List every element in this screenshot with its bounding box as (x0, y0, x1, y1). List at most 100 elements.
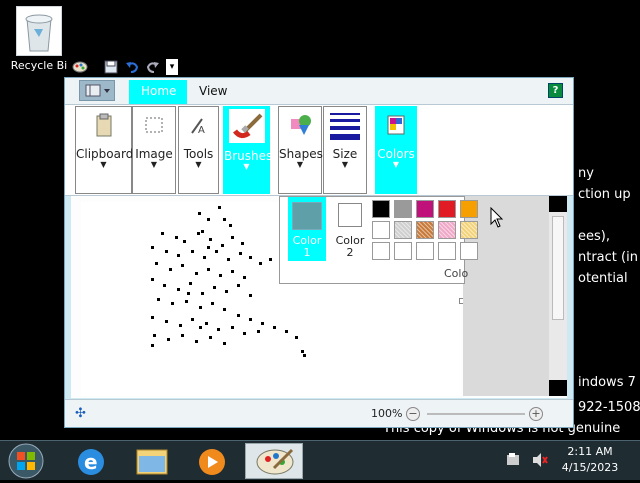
painted-dot (215, 250, 218, 253)
quick-access-toolbar: ▾ (70, 57, 192, 77)
status-bar: ✣ 100% − + (65, 399, 573, 427)
palette-swatch[interactable] (394, 221, 412, 239)
palette-swatch[interactable] (416, 221, 434, 239)
palette-swatch[interactable] (460, 242, 478, 260)
paint-menu-button[interactable] (79, 80, 115, 101)
chevron-down-icon: ▼ (100, 160, 107, 169)
painted-dot (221, 244, 224, 247)
palette-swatch[interactable] (372, 242, 390, 260)
bg-text-5: otential (578, 271, 628, 286)
taskbar-paint-button[interactable] (245, 443, 303, 479)
painted-dot (177, 254, 180, 257)
palette-swatch[interactable] (438, 200, 456, 218)
taskbar-ie-button[interactable]: e (62, 443, 120, 479)
painted-dot (259, 262, 262, 265)
painted-dot (243, 332, 246, 335)
shapes-group[interactable]: Shapes ▼ (278, 106, 323, 194)
svg-text:e: e (84, 450, 98, 474)
painted-dot (181, 264, 184, 267)
taskbar-clock[interactable]: 2:11 AM 4/15/2023 (550, 444, 630, 476)
svg-text:A: A (198, 125, 205, 136)
scrollbar-thumb[interactable] (552, 216, 564, 320)
painted-dot (198, 212, 201, 215)
image-label: Image (135, 147, 173, 161)
scroll-up-icon[interactable] (549, 196, 567, 212)
image-group[interactable]: Image ▼ (132, 106, 176, 194)
palette-swatch[interactable] (460, 200, 478, 218)
colors-group[interactable]: Colors ▼ (375, 106, 417, 194)
painted-dot (161, 232, 164, 235)
clipboard-group[interactable]: Clipboard ▼ (75, 106, 134, 194)
tab-home[interactable]: Home (129, 80, 187, 104)
painted-dot (151, 278, 154, 281)
mouse-cursor-icon (490, 206, 504, 232)
painted-dot (195, 272, 198, 275)
chevron-down-icon: ▼ (195, 160, 202, 169)
painted-dot (239, 252, 242, 255)
color1-button[interactable]: Color 1 (288, 197, 326, 261)
painted-dot (223, 342, 226, 345)
painted-dot (237, 314, 240, 317)
palette-swatch[interactable] (394, 242, 412, 260)
colors-dropdown: Color 1 Color 2 Colo (279, 196, 478, 284)
palette-swatch[interactable] (460, 221, 478, 239)
palette-swatch[interactable] (416, 200, 434, 218)
painted-dot (231, 326, 234, 329)
painted-dot (201, 292, 204, 295)
painted-dot (201, 230, 204, 233)
brushes-label: Brushes (224, 149, 273, 163)
paint-app-icon[interactable] (72, 59, 88, 75)
tab-view[interactable]: View (187, 80, 239, 104)
scroll-down-icon[interactable] (549, 380, 567, 396)
chevron-down-icon: ▼ (243, 162, 250, 171)
palette-swatch[interactable] (372, 200, 390, 218)
painted-dot (163, 284, 166, 287)
clock-time: 2:11 AM (567, 445, 613, 458)
painted-dot (231, 236, 234, 239)
zoom-out-icon[interactable]: − (406, 407, 420, 421)
undo-icon[interactable] (124, 59, 140, 75)
painted-dot (261, 322, 264, 325)
recycle-bin[interactable]: Recycle Bi (6, 6, 72, 72)
painted-dot (151, 316, 154, 319)
tools-icon: A (184, 111, 214, 141)
painted-dot (185, 300, 188, 303)
painted-dot (191, 318, 194, 321)
chevron-down-icon: ▼ (392, 160, 400, 169)
colors-group-label: Colo (444, 267, 469, 280)
painted-dot (165, 320, 168, 323)
palette-swatch[interactable] (372, 221, 390, 239)
vertical-scrollbar[interactable] (549, 196, 567, 396)
taskbar-media-player-button[interactable] (182, 443, 240, 479)
size-label: Size (332, 147, 358, 161)
save-icon[interactable] (103, 59, 119, 75)
volume-muted-icon[interactable] (532, 453, 548, 467)
redo-icon[interactable] (145, 59, 161, 75)
palette-swatch[interactable] (394, 200, 412, 218)
painted-dot (181, 334, 184, 337)
palette-swatch[interactable] (416, 242, 434, 260)
painted-dot (167, 338, 170, 341)
size-group[interactable]: Size ▼ (323, 106, 367, 194)
clipboard-label: Clipboard (76, 147, 134, 161)
zoom-in-icon[interactable]: + (529, 407, 543, 421)
painted-dot (153, 334, 156, 337)
painted-dot (199, 306, 202, 309)
brushes-group[interactable]: Brushes ▼ (223, 106, 273, 194)
start-button[interactable] (6, 442, 46, 480)
color2-button[interactable]: Color 2 (332, 197, 368, 261)
bg-text-6: indows 7 (578, 375, 636, 390)
bg-text-1: ny (578, 166, 594, 181)
zoom-slider[interactable] (427, 413, 525, 415)
customize-qat-icon[interactable]: ▾ (166, 59, 178, 75)
help-icon[interactable]: ? (548, 83, 563, 98)
tools-group[interactable]: A Tools ▼ (178, 106, 219, 194)
palette-swatch[interactable] (438, 242, 456, 260)
recycle-bin-label: Recycle Bi (10, 59, 68, 72)
painted-dot (183, 240, 186, 243)
action-center-icon[interactable] (506, 453, 522, 467)
palette-swatch[interactable] (438, 221, 456, 239)
taskbar-explorer-button[interactable] (122, 443, 180, 479)
painted-dot (249, 256, 252, 259)
bg-text-4: ntract (in (578, 250, 638, 265)
